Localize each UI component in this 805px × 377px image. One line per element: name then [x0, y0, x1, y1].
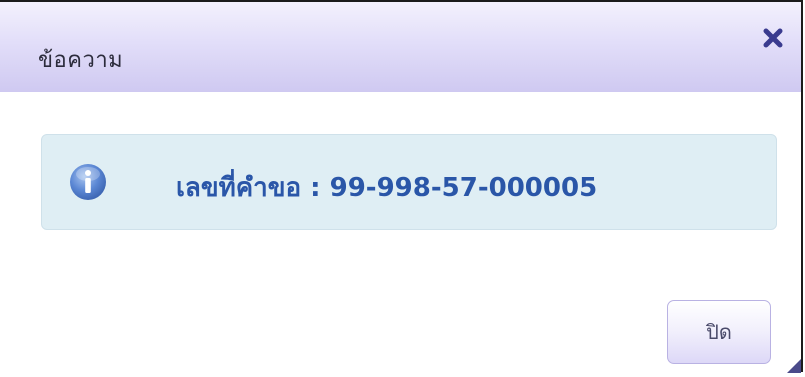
resize-handle-icon[interactable] — [787, 358, 801, 373]
close-button[interactable]: ปิด — [667, 300, 771, 364]
info-icon — [68, 162, 108, 202]
close-icon[interactable] — [761, 26, 785, 50]
info-message-box: เลขที่คำขอ : 99-998-57-000005 — [41, 134, 777, 230]
dialog-title: ข้อความ — [38, 48, 124, 73]
dialog-title-bar[interactable]: ข้อความ — [0, 2, 801, 92]
message-dialog: ข้อความ เลขที่คำขอ: 99-998-57-000005 ปิ… — [0, 0, 803, 373]
request-number-message: เลขที่คำขอ : 99-998-57-000005 — [176, 173, 598, 203]
